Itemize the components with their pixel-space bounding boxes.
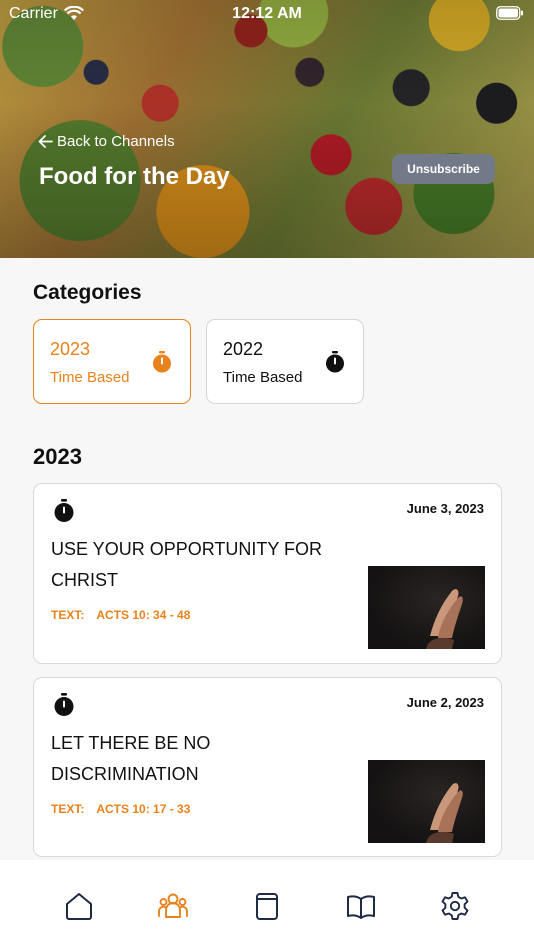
status-bar: Carrier 12:12 AM [0,0,534,28]
channel-header: Carrier 12:12 AM Back to Channels Food f… [0,0,534,258]
category-year: 2022 [223,339,264,359]
scripture-reference: TEXT: ACTS 10: 34 - 48 [51,608,190,622]
stopwatch-icon [326,351,344,373]
post-card[interactable]: June 2, 2023 LET THERE BE NO DISCRIMINAT… [33,677,502,857]
stopwatch-icon [153,351,171,373]
post-date: June 3, 2023 [406,501,484,516]
post-thumbnail [368,566,485,649]
feed-year-heading: 2023 [33,444,82,469]
stopwatch-icon [54,499,74,522]
clock: 12:12 AM [232,5,302,22]
post-card[interactable]: June 3, 2023 USE YOUR OPPORTUNITY FOR CH… [33,483,502,664]
post-title: USE YOUR OPPORTUNITY FOR CHRIST [51,539,323,590]
home-icon[interactable] [63,890,95,922]
back-to-channels-link[interactable]: Back to Channels [38,133,175,150]
community-icon[interactable] [157,890,189,922]
scripture-reference: TEXT: ACTS 10: 17 - 33 [51,802,190,816]
bottom-tab-bar [0,860,534,950]
category-year: 2023 [50,339,91,359]
scripture-label: TEXT: [51,802,85,816]
notes-icon[interactable] [251,890,283,922]
scripture-label: TEXT: [51,608,85,622]
stopwatch-icon [54,693,74,716]
post-title: LET THERE BE NO DISCRIMINATION [51,733,211,784]
category-type: Time Based [223,369,303,386]
battery-icon [496,6,523,20]
post-date: June 2, 2023 [406,695,484,710]
post-thumbnail [368,760,485,843]
arrow-left-icon [38,135,53,148]
category-type: Time Based [50,369,130,386]
unsubscribe-button[interactable]: Unsubscribe [392,154,495,184]
scripture-ref: ACTS 10: 34 - 48 [96,608,191,622]
scripture-ref: ACTS 10: 17 - 33 [96,802,191,816]
category-card-2023[interactable]: 2023 Time Based [33,319,191,404]
settings-icon[interactable] [439,890,471,922]
praying-hands-image [368,566,485,649]
back-link-label: Back to Channels [57,133,175,150]
channel-title: Food for the Day [39,163,230,190]
categories-heading: Categories [33,281,142,304]
book-icon[interactable] [345,890,377,922]
praying-hands-image [368,760,485,843]
category-card-2022[interactable]: 2022 Time Based [206,319,364,404]
